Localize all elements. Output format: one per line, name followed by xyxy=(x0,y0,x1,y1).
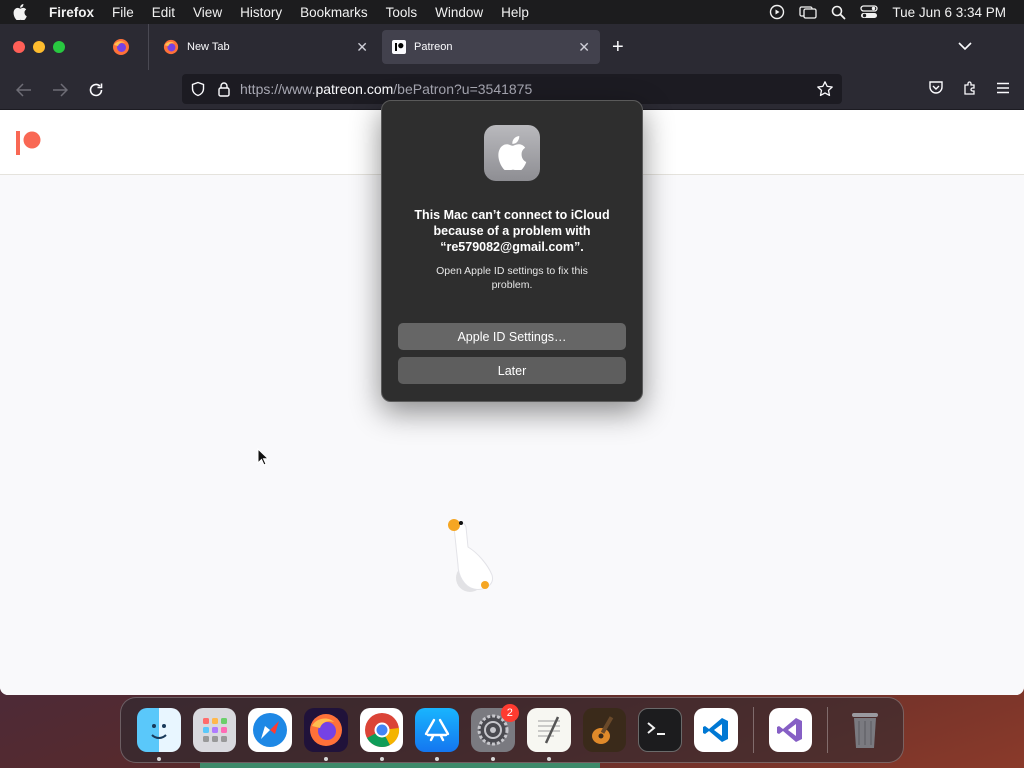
menu-help[interactable]: Help xyxy=(492,5,538,20)
firefox-icon xyxy=(163,39,179,55)
dock-app-store-icon[interactable] xyxy=(415,708,460,761)
forward-arrow-icon[interactable] xyxy=(42,82,78,97)
window-controls xyxy=(0,41,95,53)
dock-terminal-icon[interactable] xyxy=(638,708,682,752)
running-indicator xyxy=(491,757,496,761)
url-path: /bePatron?u=3541875 xyxy=(393,81,533,97)
new-tab-plus-icon[interactable]: + xyxy=(612,36,624,59)
close-tab-icon[interactable]: ✕ xyxy=(356,39,368,56)
later-button[interactable]: Later xyxy=(398,357,626,384)
desktop-background-strip xyxy=(200,763,600,768)
dock-separator xyxy=(752,707,754,753)
screen-mirroring-icon[interactable] xyxy=(799,4,818,20)
tab-new-tab[interactable]: New Tab ✕ xyxy=(153,30,378,64)
menu-bar: Firefox File Edit View History Bookmarks… xyxy=(0,0,1024,24)
tab-bar: New Tab ✕ Patreon ✕ + xyxy=(0,24,1024,70)
tracking-protection-shield-icon[interactable] xyxy=(190,81,206,97)
dock: 2 xyxy=(120,697,904,763)
dock-chrome-icon[interactable] xyxy=(359,708,404,761)
pocket-icon[interactable] xyxy=(928,80,944,101)
dock-separator xyxy=(827,707,829,753)
bookmark-star-icon[interactable] xyxy=(816,80,834,103)
minimize-window-button[interactable] xyxy=(33,41,45,53)
apple-logo-icon xyxy=(484,125,540,181)
application-menu-icon[interactable] xyxy=(996,81,1010,99)
running-indicator xyxy=(379,757,384,761)
dock-textedit-icon[interactable] xyxy=(526,708,571,761)
menu-window[interactable]: Window xyxy=(426,5,492,20)
list-all-tabs-chevron-icon[interactable] xyxy=(958,38,972,56)
dock-visual-studio-icon[interactable] xyxy=(768,708,813,752)
url-prefix: https://www. xyxy=(240,81,316,97)
tab-patreon[interactable]: Patreon ✕ xyxy=(382,30,600,64)
dock-garageband-icon[interactable] xyxy=(582,708,627,752)
running-indicator xyxy=(546,757,551,761)
dock-launchpad-icon[interactable] xyxy=(192,708,237,752)
spotlight-search-icon[interactable] xyxy=(831,5,846,20)
dock-finder-icon[interactable] xyxy=(137,708,181,761)
url-domain: patreon.com xyxy=(315,81,394,97)
dialog-title: This Mac can’t connect to iCloud because… xyxy=(414,208,610,254)
dock-safari-icon[interactable] xyxy=(248,708,293,752)
running-indicator xyxy=(157,757,161,761)
notification-badge: 2 xyxy=(500,704,519,722)
running-indicator xyxy=(435,757,440,761)
desktop-goose-icon xyxy=(444,515,500,600)
extensions-puzzle-icon[interactable] xyxy=(962,80,978,101)
dock-system-settings-icon[interactable]: 2 xyxy=(471,704,519,761)
menu-history[interactable]: History xyxy=(231,5,291,20)
icloud-alert-dialog: This Mac can’t connect to iCloud because… xyxy=(381,100,643,402)
close-tab-icon[interactable]: ✕ xyxy=(578,39,590,56)
patreon-logo-icon[interactable] xyxy=(16,131,42,160)
menu-bookmarks[interactable]: Bookmarks xyxy=(291,5,377,20)
reload-icon[interactable] xyxy=(78,82,114,98)
mouse-cursor-icon xyxy=(257,447,270,471)
dock-vscode-icon[interactable] xyxy=(693,708,738,752)
url-text[interactable]: https://www.patreon.com/bePatron?u=35418… xyxy=(240,81,532,97)
control-center-icon[interactable] xyxy=(860,5,879,19)
zoom-window-button[interactable] xyxy=(53,41,65,53)
apple-menu-icon[interactable] xyxy=(0,4,40,20)
pinned-firefox-tab[interactable] xyxy=(95,24,147,70)
dock-firefox-icon[interactable] xyxy=(304,708,348,761)
close-window-button[interactable] xyxy=(13,41,25,53)
menu-view[interactable]: View xyxy=(184,5,231,20)
lock-icon[interactable] xyxy=(218,81,230,97)
menu-app-name[interactable]: Firefox xyxy=(40,5,103,20)
patreon-favicon-icon xyxy=(392,40,406,54)
tab-title: Patreon xyxy=(414,41,453,53)
menu-bar-clock[interactable]: Tue Jun 6 3:34 PM xyxy=(892,5,1006,20)
menu-file[interactable]: File xyxy=(103,5,143,20)
dialog-message: Open Apple ID settings to fix this probl… xyxy=(436,265,588,291)
tab-divider xyxy=(148,24,149,70)
menu-tools[interactable]: Tools xyxy=(377,5,427,20)
firefox-icon xyxy=(113,39,129,55)
tab-title: New Tab xyxy=(187,41,230,53)
menu-edit[interactable]: Edit xyxy=(143,5,184,20)
apple-id-settings-button[interactable]: Apple ID Settings… xyxy=(398,323,626,350)
back-arrow-icon[interactable] xyxy=(6,82,42,97)
dock-trash-icon[interactable] xyxy=(843,708,887,752)
screen-record-icon[interactable] xyxy=(769,4,785,20)
running-indicator xyxy=(324,757,329,761)
